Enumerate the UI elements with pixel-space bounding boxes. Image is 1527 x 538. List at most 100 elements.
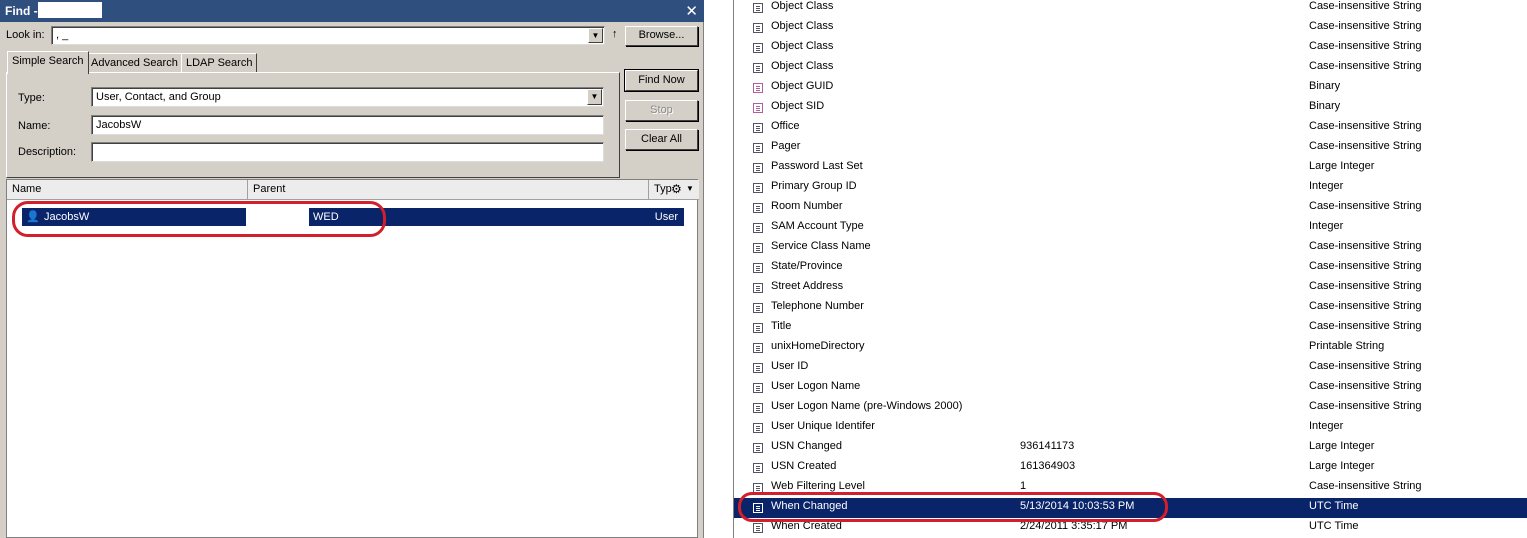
attribute-list[interactable]: Object Class Case-insensitive String Objec… (733, 0, 1527, 538)
column-header-name[interactable]: Name (7, 180, 248, 200)
string-icon (753, 223, 763, 233)
string-icon (753, 183, 763, 193)
chevron-down-icon[interactable]: ▼ (588, 28, 603, 43)
string-icon (753, 23, 763, 33)
list-item[interactable]: Service Class Name Case-insensitive Strin… (734, 238, 1527, 258)
list-item[interactable]: When Changed 5/13/2014 10:03:53 PM UTC Tim… (734, 498, 1527, 518)
list-item[interactable]: USN Created 161364903 Large Integer (734, 458, 1527, 478)
attribute-name: Street Address (771, 280, 844, 292)
stop-button[interactable]: Stop (625, 100, 698, 121)
list-item[interactable]: Room Number Case-insensitive String (734, 198, 1527, 218)
string-icon (753, 363, 763, 373)
list-item[interactable]: Object Class Case-insensitive String (734, 18, 1527, 38)
list-item[interactable]: User ID Case-insensitive String (734, 358, 1527, 378)
attribute-syntax: Case-insensitive String (1309, 260, 1422, 272)
list-item[interactable]: Object GUID Binary (734, 78, 1527, 98)
type-label: Type: (18, 92, 45, 104)
result-parent-cell[interactable]: WED User (309, 208, 684, 226)
list-item[interactable]: Password Last Set Large Integer (734, 158, 1527, 178)
clear-all-button[interactable]: Clear All (625, 129, 698, 150)
attribute-name: USN Changed (771, 440, 842, 452)
string-icon (753, 123, 763, 133)
attribute-syntax: Large Integer (1309, 460, 1375, 472)
description-label: Description: (18, 146, 77, 158)
gear-icon[interactable]: ⚙ (671, 182, 682, 196)
column-header-parent[interactable]: Parent (248, 180, 649, 200)
tab-advanced-search[interactable]: Advanced Search (86, 53, 183, 73)
binary-icon (753, 103, 763, 113)
list-item[interactable]: Object Class Case-insensitive String (734, 0, 1527, 18)
attribute-syntax: Integer (1309, 180, 1344, 192)
chevron-down-icon[interactable]: ▼ (587, 89, 602, 105)
attribute-syntax: Case-insensitive String (1309, 360, 1422, 372)
name-label: Name: (18, 120, 51, 132)
attribute-name: Room Number (771, 200, 843, 212)
attribute-name: User Logon Name (pre-Windows 2000) (771, 400, 963, 412)
list-item[interactable]: Primary Group ID Integer (734, 178, 1527, 198)
string-icon (753, 163, 763, 173)
attribute-syntax: Large Integer (1309, 440, 1375, 452)
type-combo[interactable]: User, Contact, and Group ▼ (91, 87, 604, 107)
redacted-title (38, 2, 102, 18)
string-icon (753, 483, 763, 493)
attribute-name: Service Class Name (771, 240, 871, 252)
chevron-down-icon[interactable]: ▼ (686, 184, 694, 193)
attribute-syntax: Case-insensitive String (1309, 200, 1422, 212)
list-item[interactable]: State/Province Case-insensitive String (734, 258, 1527, 278)
list-item[interactable]: Web Filtering Level 1 Case-insensitive Str… (734, 478, 1527, 498)
list-item[interactable]: Object Class Case-insensitive String (734, 58, 1527, 78)
string-icon (753, 63, 763, 73)
list-item[interactable]: Street Address Case-insensitive String (734, 278, 1527, 298)
attribute-syntax: Case-insensitive String (1309, 380, 1422, 392)
attribute-name: Title (771, 320, 792, 332)
up-arrow-icon[interactable]: ↑ (612, 28, 618, 40)
list-item[interactable]: User Logon Name (pre-Windows 2000) Case-i… (734, 398, 1527, 418)
attribute-syntax: Case-insensitive String (1309, 280, 1422, 292)
name-input[interactable]: JacobsW (91, 115, 604, 135)
list-item[interactable]: unixHomeDirectory Printable String (734, 338, 1527, 358)
look-in-label: Look in: (6, 29, 45, 41)
attribute-name: When Created (771, 520, 842, 532)
title-bar[interactable]: Find - ✕ (0, 0, 704, 22)
tab-simple-search[interactable]: Simple Search (7, 51, 89, 74)
attribute-syntax: Case-insensitive String (1309, 300, 1422, 312)
list-item[interactable]: Telephone Number Case-insensitive String (734, 298, 1527, 318)
attribute-syntax: Case-insensitive String (1309, 40, 1422, 52)
close-icon[interactable]: ✕ (685, 2, 698, 20)
results-list[interactable]: Name Parent Typ ⚙ ▼ 👤 JacobsW WED User (6, 179, 699, 538)
attribute-name: Primary Group ID (771, 180, 857, 192)
look-in-combo[interactable]: , _ ▼ (51, 26, 605, 45)
list-item[interactable]: User Logon Name Case-insensitive String (734, 378, 1527, 398)
attribute-name: Object Class (771, 40, 834, 52)
list-item[interactable]: When Created 2/24/2011 3:35:17 PM UTC Time (734, 518, 1527, 538)
string-icon (753, 463, 763, 473)
attribute-name: Object Class (771, 20, 834, 32)
list-item[interactable]: Office Case-insensitive String (734, 118, 1527, 138)
attribute-value: 936141173 (1020, 440, 1075, 452)
attribute-syntax: Large Integer (1309, 160, 1375, 172)
string-icon (753, 303, 763, 313)
string-icon (753, 503, 763, 513)
list-item[interactable]: SAM Account Type Integer (734, 218, 1527, 238)
find-now-button[interactable]: Find Now (624, 69, 699, 92)
list-item[interactable]: Title Case-insensitive String (734, 318, 1527, 338)
attribute-syntax: Binary (1309, 100, 1341, 112)
description-input[interactable] (91, 142, 604, 162)
list-item[interactable]: Object Class Case-insensitive String (734, 38, 1527, 58)
attribute-syntax: Case-insensitive String (1309, 0, 1422, 12)
attribute-syntax: Case-insensitive String (1309, 20, 1422, 32)
attribute-syntax: Printable String (1309, 340, 1385, 352)
list-item[interactable]: USN Changed 936141173 Large Integer (734, 438, 1527, 458)
result-name-cell[interactable]: 👤 JacobsW (22, 208, 246, 226)
attribute-syntax: Integer (1309, 420, 1344, 432)
type-value: User, Contact, and Group (96, 91, 221, 103)
string-icon (753, 203, 763, 213)
list-item[interactable]: Pager Case-insensitive String (734, 138, 1527, 158)
browse-button[interactable]: Browse... (625, 26, 698, 46)
tab-ldap-search[interactable]: LDAP Search (181, 53, 258, 73)
column-header-type[interactable]: Typ ⚙ ▼ (649, 180, 699, 200)
attribute-syntax: Case-insensitive String (1309, 240, 1422, 252)
list-item[interactable]: User Unique Identifer Integer (734, 418, 1527, 438)
look-in-value: , _ (56, 29, 69, 41)
list-item[interactable]: Object SID Binary (734, 98, 1527, 118)
